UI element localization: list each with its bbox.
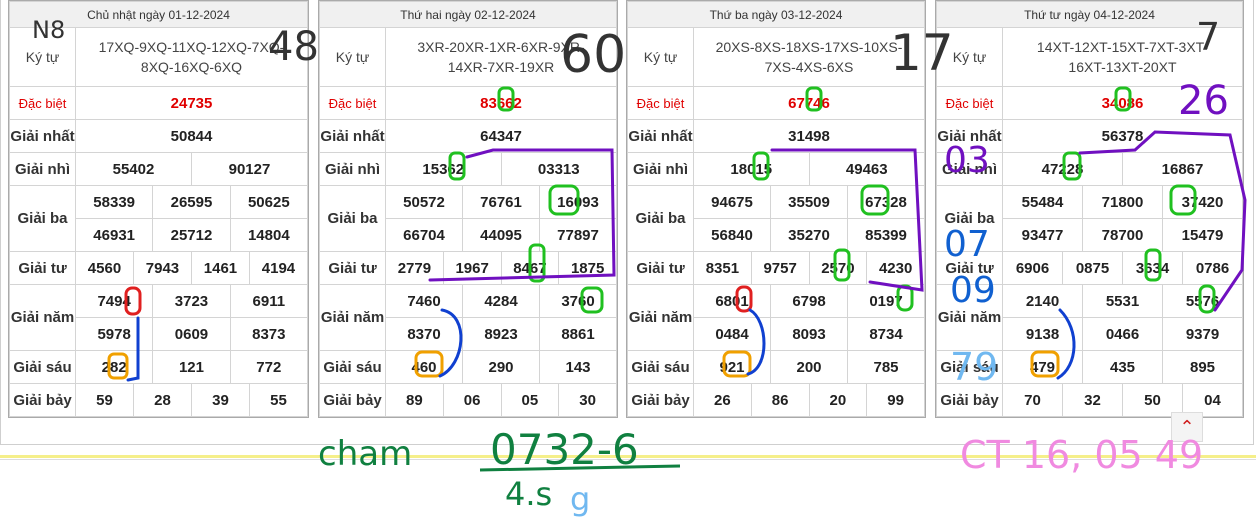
green-circle-83662 xyxy=(497,86,515,112)
blue-line-b1 xyxy=(126,316,140,382)
green-circle-3634 xyxy=(1144,248,1162,282)
green-circle-18015 xyxy=(752,151,770,181)
green-circle-15362 xyxy=(448,151,466,181)
handwriting-overlay: N8 48 60 17 7 26 03 07 09 79 cham 0732-6… xyxy=(32,15,1247,517)
purple-bracket-b2 xyxy=(428,148,616,282)
hw-17: 17 xyxy=(890,24,954,82)
green-circle-67746 xyxy=(805,86,823,112)
hw-03: 03 xyxy=(944,140,990,181)
green-circle-37420 xyxy=(1169,184,1197,216)
hw-7: 7 xyxy=(1196,15,1220,59)
green-circle-5576 xyxy=(1198,284,1216,314)
blue-line-b4 xyxy=(1056,308,1076,380)
green-circle-3760 xyxy=(580,286,604,314)
hw-sub: 4.s xyxy=(505,475,552,513)
hw-cham: cham xyxy=(318,434,412,474)
purple-bracket-b4 xyxy=(1078,130,1247,312)
green-circle-67328 xyxy=(860,184,890,216)
red-circle-6801 xyxy=(735,285,753,313)
orange-circle-282 xyxy=(107,352,129,380)
orange-circle-479 xyxy=(1030,350,1060,378)
purple-bracket-b3 xyxy=(770,148,924,292)
green-circle-47228 xyxy=(1062,151,1082,181)
green-circle-16093 xyxy=(548,184,580,216)
hw-79: 79 xyxy=(950,345,998,389)
hw-07: 07 xyxy=(944,224,990,265)
hw-sub-g: g xyxy=(570,480,590,517)
orange-circle-460 xyxy=(414,350,444,378)
hw-n8: N8 xyxy=(32,16,65,44)
hw-60: 60 xyxy=(560,25,626,85)
green-circle-34086 xyxy=(1114,86,1132,112)
hw-09: 09 xyxy=(950,270,996,311)
green-circle-2570 xyxy=(833,248,851,282)
hw-ct: CT 16, 05 49 xyxy=(960,433,1203,477)
hw-26: 26 xyxy=(1178,78,1229,124)
orange-circle-921 xyxy=(722,350,752,378)
red-circle-7494 xyxy=(124,286,142,316)
hw-48: 48 xyxy=(268,24,319,70)
